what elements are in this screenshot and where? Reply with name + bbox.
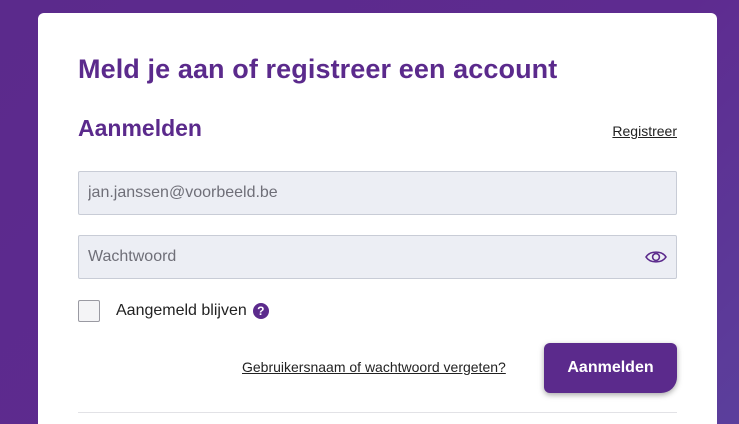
login-heading: Aanmelden — [78, 115, 202, 141]
password-field — [78, 235, 677, 279]
forgot-credentials-link[interactable]: Gebruikersnaam of wachtwoord vergeten? — [242, 357, 506, 377]
remember-me-checkbox[interactable] — [78, 300, 100, 322]
register-link[interactable]: Registreer — [612, 121, 677, 141]
email-field — [78, 171, 677, 215]
login-button[interactable]: Aanmelden — [544, 343, 677, 393]
divider — [78, 412, 677, 413]
remember-me-label: Aangemeld blijven — [116, 302, 247, 319]
remember-me-row: Aangemeld blijven ? — [78, 299, 269, 323]
login-card: Meld je aan of registreer een account Aa… — [38, 13, 717, 424]
question-icon[interactable]: ? — [252, 303, 269, 319]
password-input[interactable] — [79, 236, 676, 278]
email-input[interactable] — [79, 172, 676, 214]
eye-icon[interactable] — [644, 247, 668, 267]
page-title: Meld je aan of registreer een account — [78, 54, 558, 84]
